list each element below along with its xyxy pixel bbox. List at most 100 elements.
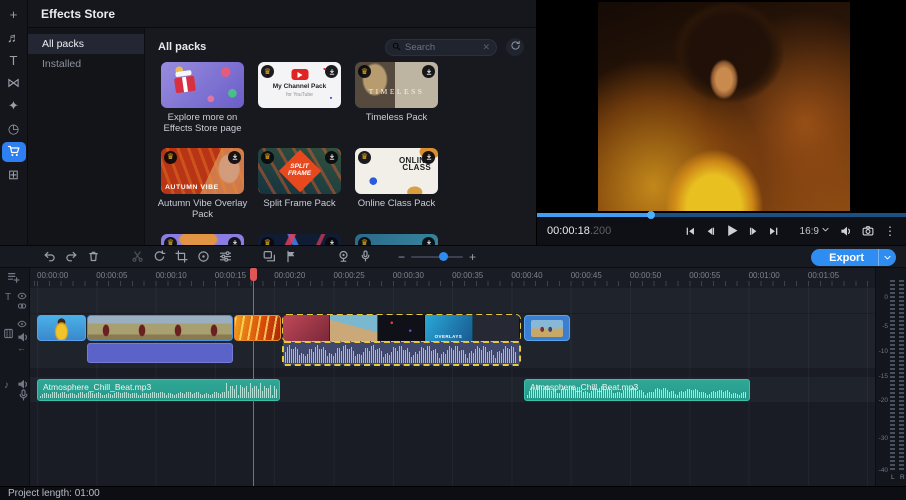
- pack-card-split[interactable]: SPLIT FRAME♛: [258, 148, 341, 194]
- video-clip-1[interactable]: [37, 315, 86, 341]
- cut-icon[interactable]: [126, 248, 148, 266]
- color-adjust-icon[interactable]: [192, 248, 214, 266]
- video-track-visibility-icon[interactable]: [17, 320, 27, 328]
- skip-start-icon[interactable]: [685, 226, 696, 237]
- refresh-button[interactable]: [506, 38, 524, 56]
- ruler-label: 00:00:10: [156, 271, 187, 280]
- rail-more-tools[interactable]: ⊞: [2, 165, 26, 185]
- audio-tool-icon: ♬: [7, 30, 20, 45]
- seek-handle[interactable]: [647, 211, 655, 219]
- pack-label: Explore more on Effects Store page: [155, 112, 251, 135]
- next-frame-icon[interactable]: [748, 226, 759, 237]
- timeline-ruler[interactable]: 00:00:0000:00:0500:00:1000:00:1500:00:20…: [30, 268, 875, 286]
- linked-audio-block[interactable]: [87, 343, 233, 363]
- volume-icon[interactable]: [840, 225, 852, 237]
- audio-track-record-icon[interactable]: [17, 389, 30, 402]
- playhead-handle[interactable]: [250, 268, 257, 281]
- linked-audio-waveform-block[interactable]: [283, 342, 520, 365]
- download-icon[interactable]: [325, 151, 338, 164]
- delete-icon[interactable]: [82, 248, 104, 266]
- play-icon[interactable]: [725, 224, 739, 238]
- search-input[interactable]: [405, 42, 478, 53]
- record-audio-icon[interactable]: [354, 248, 376, 266]
- download-icon[interactable]: [228, 151, 241, 164]
- pack-card-letsplay[interactable]: Let's Play♛: [258, 234, 341, 245]
- rail-add-media[interactable]: +: [2, 4, 26, 24]
- pack-card-gift[interactable]: [161, 62, 244, 108]
- rail-history-tool[interactable]: ◷: [2, 119, 26, 139]
- download-icon[interactable]: [325, 65, 338, 78]
- pack-card-collage[interactable]: ♛: [355, 234, 438, 245]
- clip-thumbnail: [531, 320, 563, 337]
- clip-thumbnail: [283, 315, 330, 341]
- rail-transitions-tool[interactable]: ⋈: [2, 73, 26, 93]
- pack-card-fluffy[interactable]: FLUFFY BLOG♛: [161, 234, 244, 245]
- download-icon[interactable]: [422, 65, 435, 78]
- clear-search-icon[interactable]: ✕: [482, 42, 490, 53]
- clip-thumbnail: [473, 315, 520, 341]
- chevron-down-icon: [883, 249, 892, 267]
- audio-clip-1[interactable]: Atmosphere_Chill_Beat.mp3: [37, 379, 280, 401]
- zoom-slider-knob[interactable]: [439, 252, 448, 261]
- seek-bar[interactable]: [537, 213, 906, 217]
- premium-crown-icon: ♛: [358, 151, 371, 164]
- more-menu-icon[interactable]: ⋮: [884, 224, 896, 238]
- premium-crown-icon: ♛: [164, 151, 177, 164]
- video-clip-4[interactable]: OVERLAYS: [283, 315, 520, 341]
- search-box[interactable]: ✕: [385, 39, 497, 56]
- meter-bar-right: [899, 280, 904, 472]
- download-icon[interactable]: [422, 237, 435, 245]
- effects-store-panel: Effects Store All packsInstalled All pac…: [28, 0, 537, 245]
- export-button[interactable]: Export: [811, 249, 896, 266]
- audio-clip-label: Atmosphere_Chill_Beat.mp3: [530, 382, 638, 392]
- meter-scale-label: -20: [879, 397, 888, 404]
- video-clip-2[interactable]: [87, 315, 233, 341]
- pack-card-autumn[interactable]: AUTUMN VIBE♛: [161, 148, 244, 194]
- titles-tool-icon: T: [10, 53, 18, 68]
- zoom-in-icon[interactable]: +: [469, 250, 476, 264]
- overlay-icon[interactable]: [258, 248, 280, 266]
- store-nav-installed[interactable]: Installed: [28, 54, 144, 74]
- record-video-icon[interactable]: [332, 248, 354, 266]
- pack-card-online[interactable]: ONLINE CLASS♛: [355, 148, 438, 194]
- add-track-icon[interactable]: [7, 271, 20, 284]
- video-track-mute-icon[interactable]: [17, 331, 29, 343]
- pack-card-youtube[interactable]: My Channel Packfor YouTube♛: [258, 62, 341, 108]
- store-nav-all-packs[interactable]: All packs: [28, 34, 144, 54]
- snapshot-icon[interactable]: [862, 225, 874, 237]
- export-options-chevron[interactable]: [878, 249, 896, 266]
- meter-bar-left: [890, 280, 895, 472]
- rail-audio-tool[interactable]: ♬: [2, 27, 26, 47]
- crop-icon[interactable]: [170, 248, 192, 266]
- aspect-ratio-dropdown[interactable]: 16:9: [800, 225, 830, 237]
- rail-effects-store-tool[interactable]: [2, 142, 26, 162]
- title-track-icon: T: [5, 293, 11, 303]
- title-track-visibility-icon[interactable]: [17, 292, 27, 300]
- clip-properties-icon[interactable]: [214, 248, 236, 266]
- audio-clip-2[interactable]: Atmosphere_Chill_Beat.mp3: [524, 379, 750, 401]
- rotate-icon[interactable]: [148, 248, 170, 266]
- video-clip-5[interactable]: [524, 315, 570, 341]
- zoom-slider[interactable]: [411, 256, 463, 258]
- download-icon[interactable]: [228, 237, 241, 245]
- rail-titles-tool[interactable]: T: [2, 50, 26, 70]
- video-clip-3[interactable]: [234, 315, 281, 341]
- download-icon[interactable]: [422, 151, 435, 164]
- skip-end-icon[interactable]: [768, 226, 779, 237]
- meter-scale-label: -15: [879, 373, 888, 380]
- premium-crown-icon: ♛: [261, 237, 274, 245]
- undo-icon[interactable]: [38, 248, 60, 266]
- video-track-back-icon[interactable]: ←: [17, 344, 26, 353]
- title-track-link-icon[interactable]: [17, 302, 27, 310]
- transport-row: 00:00:18.200 16:9 ⋮: [537, 217, 906, 245]
- marker-icon[interactable]: [280, 248, 302, 266]
- zoom-out-icon[interactable]: −: [398, 250, 405, 264]
- download-icon[interactable]: [325, 237, 338, 245]
- prev-frame-icon[interactable]: [705, 226, 716, 237]
- clip-thumbnail: OVERLAYS: [425, 315, 472, 341]
- redo-icon[interactable]: [60, 248, 82, 266]
- pack-card-timeless[interactable]: TIMELESS♛: [355, 62, 438, 108]
- meter-channel-right: R: [900, 474, 905, 481]
- rail-effects-tool[interactable]: ✦: [2, 96, 26, 116]
- pack-overlay-title: TIMELESS: [355, 87, 438, 96]
